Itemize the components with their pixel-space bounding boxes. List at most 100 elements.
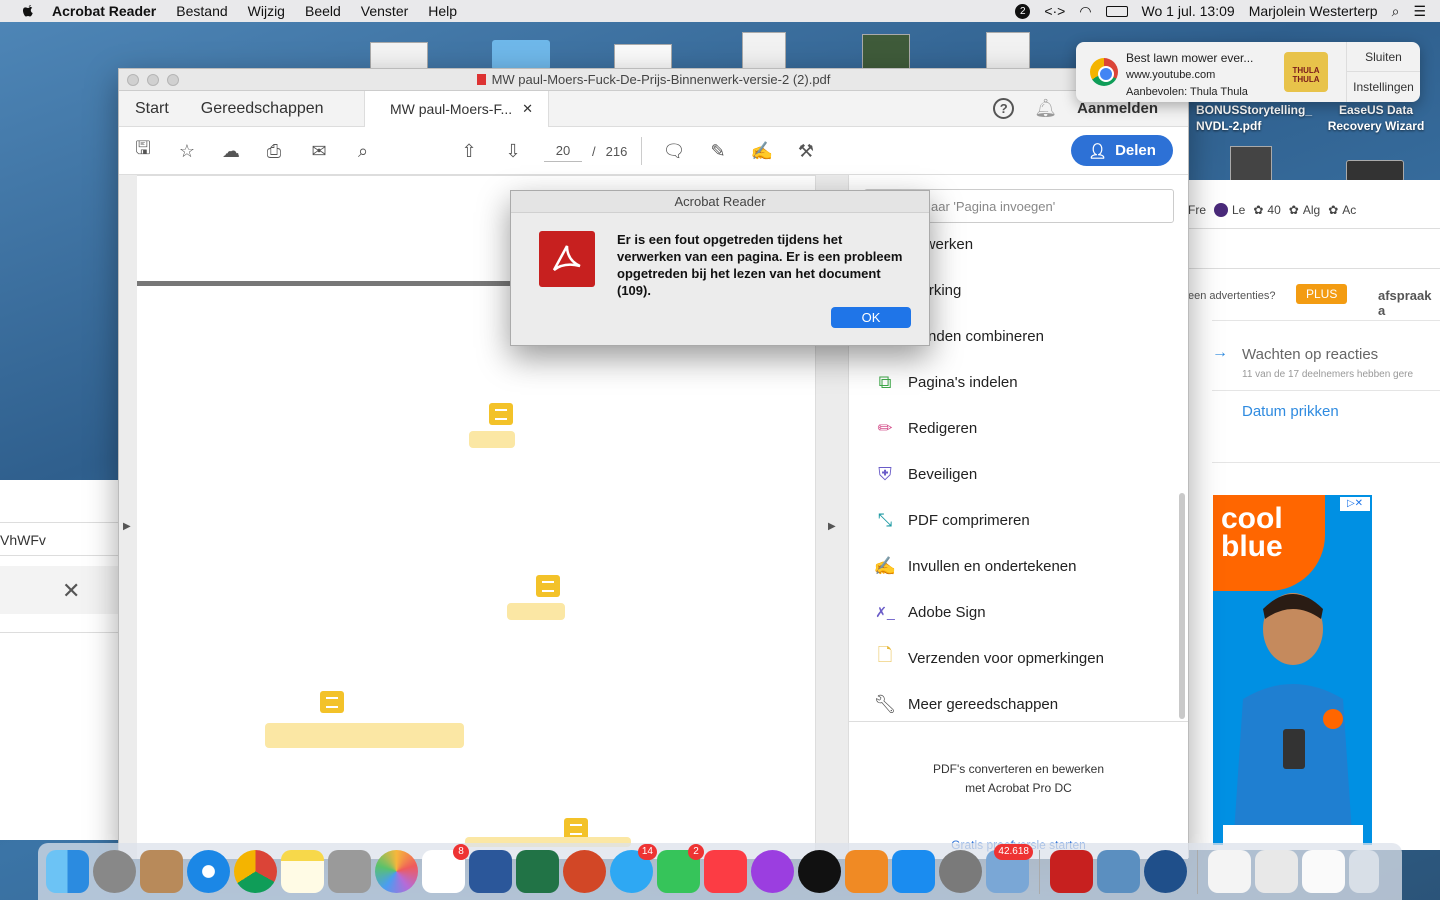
reminders-icon[interactable]: 8 xyxy=(422,844,469,893)
recent-document-icon[interactable] xyxy=(1302,850,1345,893)
desktop-file-label[interactable]: EaseUS Data Recovery Wizard xyxy=(1318,102,1434,134)
browser-tab[interactable]: ✿ Ac xyxy=(1328,203,1356,217)
status-2-icon[interactable]: 2 xyxy=(1015,3,1031,19)
contacts-icon[interactable] xyxy=(140,850,183,893)
highlight-pen-icon[interactable]: ✎ xyxy=(706,139,730,163)
notification-center-icon[interactable]: ☰ xyxy=(1413,3,1426,20)
upload-cloud-icon[interactable]: ☁ xyxy=(219,139,243,163)
notification-settings-button[interactable]: Instellingen xyxy=(1347,72,1420,102)
menu-bestand[interactable]: Bestand xyxy=(176,3,227,19)
wifi-icon[interactable]: ◠ xyxy=(1079,3,1091,20)
browser-tab[interactable]: Le xyxy=(1214,203,1245,217)
text-highlight[interactable] xyxy=(265,723,464,748)
battery-icon[interactable] xyxy=(1105,5,1128,17)
desktop-file-thumbnail[interactable] xyxy=(1230,146,1272,182)
email-icon[interactable]: ✉ xyxy=(307,139,331,163)
clock[interactable]: Wo 1 jul. 13:09 xyxy=(1142,3,1235,19)
plus-badge[interactable]: PLUS xyxy=(1296,284,1348,304)
finder-icon[interactable] xyxy=(46,850,89,893)
comment-note-icon[interactable] xyxy=(320,691,344,713)
help-icon[interactable]: ? xyxy=(993,98,1015,119)
close-tab-icon[interactable]: ✕ xyxy=(522,101,533,117)
menu-beeld[interactable]: Beeld xyxy=(305,3,341,19)
print-icon[interactable]: ⎙ xyxy=(262,139,286,163)
bell-icon[interactable]: 🔔︎ xyxy=(1034,98,1057,119)
desktop-image-thumbnail[interactable] xyxy=(862,34,910,70)
acrobat-reader-icon[interactable] xyxy=(1050,850,1093,893)
books-icon[interactable] xyxy=(845,850,888,893)
browser-tab[interactable]: ✿ 40 xyxy=(1253,203,1280,217)
notes-icon[interactable] xyxy=(281,850,324,893)
sign-in-button[interactable]: Aanmelden xyxy=(1077,100,1158,117)
trash-icon[interactable] xyxy=(1349,850,1379,893)
text-highlight[interactable] xyxy=(507,603,565,620)
tool-redact[interactable]: ✏ Redigeren xyxy=(874,417,977,439)
messages-icon[interactable]: 14 xyxy=(610,844,657,893)
screenshot-icon[interactable] xyxy=(328,850,371,893)
tab-tools[interactable]: Gereedschappen xyxy=(185,100,340,118)
comment-icon[interactable]: 🗨 xyxy=(662,139,686,163)
text-highlight[interactable] xyxy=(469,431,515,448)
image-viewer-icon[interactable] xyxy=(1097,850,1140,893)
preview-icon[interactable]: 42.618 xyxy=(986,844,1033,893)
comment-note-icon[interactable] xyxy=(536,575,560,597)
excel-icon[interactable] xyxy=(516,850,559,893)
safari-icon[interactable] xyxy=(187,850,230,893)
share-button[interactable]: 👤︎ Delen xyxy=(1071,135,1173,166)
music-icon[interactable] xyxy=(704,850,747,893)
photos-icon[interactable] xyxy=(375,850,418,893)
desktop-file-thumbnail[interactable] xyxy=(986,32,1030,70)
desktop-file-thumbnail[interactable] xyxy=(614,44,672,70)
ok-button[interactable]: OK xyxy=(831,307,911,328)
tool-compress-pdf[interactable]: ⤡ PDF comprimeren xyxy=(874,509,1030,531)
tools-scrollbar[interactable] xyxy=(1179,493,1185,719)
tool-protect[interactable]: ⛨ Beveiligen xyxy=(874,463,977,485)
ads-question[interactable]: een advertenties? xyxy=(1188,290,1275,302)
browser-tab[interactable]: Fre xyxy=(1188,203,1206,217)
waiting-title[interactable]: Wachten op reacties xyxy=(1242,346,1378,363)
collapse-tools-pane-icon[interactable]: ▶ xyxy=(828,521,836,532)
powerpoint-icon[interactable] xyxy=(563,850,606,893)
date-link[interactable]: Datum prikken xyxy=(1242,403,1339,420)
tool-send-for-comments[interactable]: 🗋 Verzenden voor opmerkingen xyxy=(874,645,1104,669)
ad-choices-icon[interactable]: ▷✕ xyxy=(1340,497,1370,511)
page-number-input[interactable]: 20 xyxy=(544,140,582,162)
podcasts-icon[interactable] xyxy=(751,850,794,893)
apple-icon[interactable] xyxy=(20,3,36,19)
recent-document-icon[interactable] xyxy=(1208,850,1251,893)
tool-fill-sign[interactable]: ✍ Invullen en ondertekenen xyxy=(874,555,1077,577)
coolblue-ad[interactable]: cool blue ▷✕ xyxy=(1213,495,1372,845)
code-brackets-icon[interactable]: <·> xyxy=(1044,3,1065,19)
desktop-file-thumbnail[interactable] xyxy=(370,42,428,70)
tab-document[interactable]: MW paul-Moers-F... ✕ xyxy=(364,91,549,127)
quicktime-icon[interactable] xyxy=(1144,850,1187,893)
close-window-button[interactable] xyxy=(127,74,139,86)
tool-organize-pages[interactable]: ⧉ Pagina's indelen xyxy=(874,371,1018,393)
zoom-search-icon[interactable]: ⌕ xyxy=(351,139,375,163)
system-preferences-icon[interactable] xyxy=(939,850,982,893)
chrome-notification[interactable]: Best lawn mower ever... www.youtube.com … xyxy=(1076,42,1420,102)
zoom-window-button[interactable] xyxy=(167,74,179,86)
app-store-icon[interactable] xyxy=(892,850,935,893)
word-icon[interactable] xyxy=(469,850,512,893)
desktop-file-thumbnail[interactable] xyxy=(742,32,786,70)
tool-adobe-sign[interactable]: ✗︎_ Adobe Sign xyxy=(874,601,985,623)
chrome-icon[interactable] xyxy=(234,850,277,893)
tab-start[interactable]: Start xyxy=(119,100,185,118)
apple-tv-icon[interactable] xyxy=(798,850,841,893)
sign-pen-icon[interactable]: ✍ xyxy=(750,139,774,163)
close-icon[interactable]: ✕ xyxy=(62,578,80,604)
previous-page-icon[interactable]: ⇧ xyxy=(457,139,481,163)
menu-help[interactable]: Help xyxy=(428,3,457,19)
more-tools-icon[interactable]: ⚒ xyxy=(794,139,818,163)
recent-document-icon[interactable] xyxy=(1255,850,1298,893)
save-icon[interactable]: 🖫 xyxy=(131,138,155,163)
expand-left-panel-icon[interactable]: ▶ xyxy=(123,521,131,532)
menu-wijzig[interactable]: Wijzig xyxy=(248,3,285,19)
close-notification-button[interactable]: Sluiten xyxy=(1347,42,1420,72)
user-name[interactable]: Marjolein Westerterp xyxy=(1249,3,1378,19)
launchpad-icon[interactable] xyxy=(93,850,136,893)
url-field[interactable]: VhWFv xyxy=(0,522,120,556)
desktop-file-label[interactable]: BONUSStorytelling_NVDL-2.pdf xyxy=(1196,102,1316,134)
appointment-label[interactable]: afspraak a xyxy=(1378,288,1440,318)
